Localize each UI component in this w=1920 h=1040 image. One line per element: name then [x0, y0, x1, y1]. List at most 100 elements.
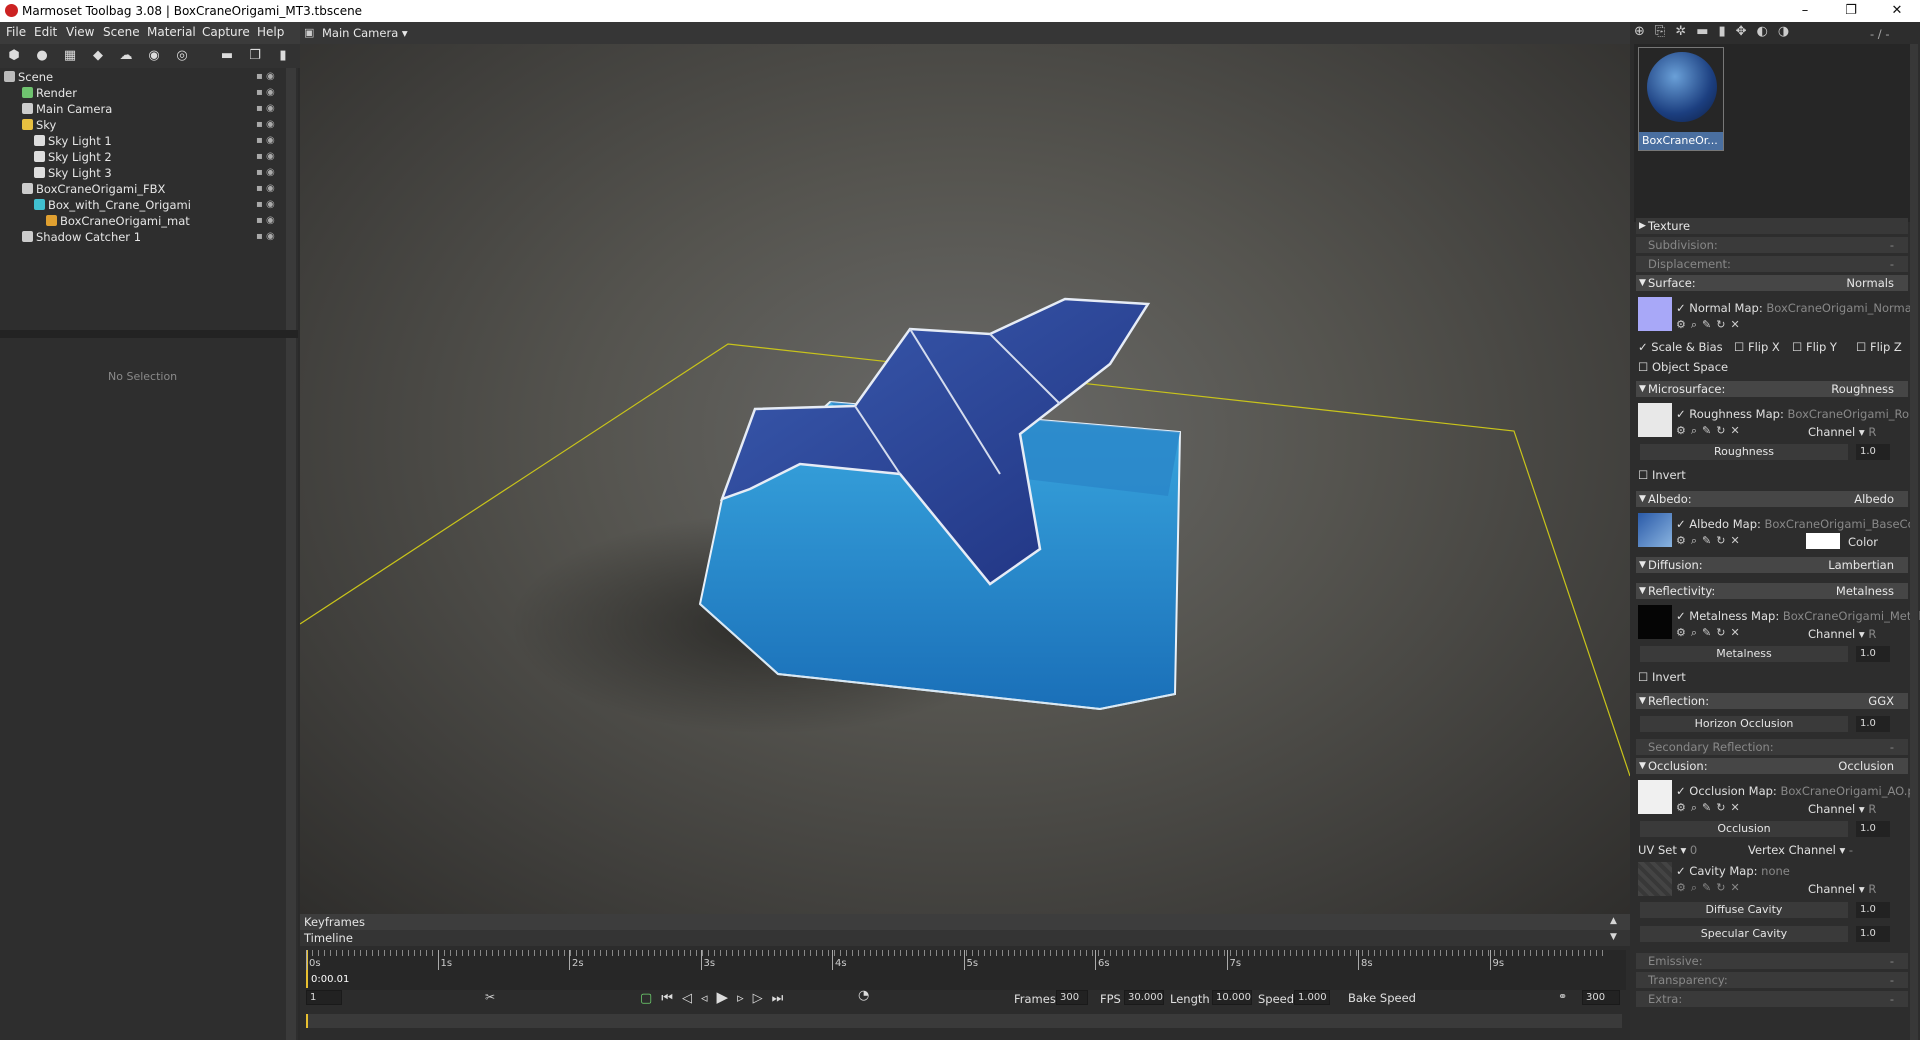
speed-field[interactable]: 1.000 — [1294, 990, 1330, 1005]
section-occlusion[interactable]: ▼ Occlusion: Occlusion — [1636, 758, 1908, 774]
expand-keyframes-icon[interactable]: ▲ — [1610, 916, 1617, 926]
normal-map-tools[interactable]: ⚙⌕✎↻✕ — [1676, 318, 1745, 332]
frames-field[interactable]: 300 — [1056, 990, 1088, 1005]
3d-viewport[interactable] — [300, 44, 1630, 914]
section-microsurface[interactable]: ▼ Microsurface: Roughness — [1636, 381, 1908, 397]
menu-file[interactable]: File — [6, 25, 26, 39]
timeline-scrollbar[interactable] — [306, 1014, 1622, 1028]
scene-tree-item[interactable]: Sky Light 2 ▪ ◉ — [4, 150, 284, 166]
metalness-channel[interactable]: Channel ▾ R — [1808, 627, 1876, 641]
time-ruler[interactable]: 0:00.01 0s 1s 2s 3s 4s 5s 6s 7s 8s 9s — [306, 950, 1626, 990]
occlusion-map-thumb[interactable] — [1638, 780, 1672, 814]
add-sky-icon[interactable]: ◉ — [145, 47, 163, 65]
material-scrollbar[interactable] — [1910, 218, 1918, 1040]
section-subdivision[interactable]: Subdivision: - — [1636, 237, 1908, 253]
material-assign-icon[interactable]: ✥ — [1736, 24, 1757, 39]
scale-bias-checkbox[interactable]: ✓ Scale & Bias — [1638, 340, 1723, 354]
fps-field[interactable]: 30.000 — [1124, 990, 1164, 1005]
section-surface[interactable]: ▼ Surface: Normals — [1636, 275, 1908, 291]
flipy-checkbox[interactable]: ☐ Flip Y — [1792, 340, 1837, 354]
section-secondary-reflection[interactable]: Secondary Reflection: - — [1636, 739, 1908, 755]
trash-icon[interactable]: ▮ — [274, 47, 292, 65]
scissors-icon[interactable]: ✂ — [485, 990, 495, 1004]
diffuse-cavity-slider[interactable]: Diffuse Cavity — [1640, 902, 1848, 918]
material-folder-icon[interactable]: ▬ — [1696, 24, 1718, 39]
speed-gauge-icon[interactable]: ◔ — [858, 988, 869, 1003]
section-displacement[interactable]: Displacement: - — [1636, 256, 1908, 272]
roughness-map-tools[interactable]: ⚙⌕✎↻✕ — [1676, 424, 1745, 438]
close-window-button[interactable]: ✕ — [1874, 0, 1920, 22]
material-pick-icon[interactable]: ◐ — [1757, 24, 1778, 39]
collapse-timeline-icon[interactable]: ▼ — [1610, 932, 1617, 942]
flipx-checkbox[interactable]: ☐ Flip X — [1734, 340, 1780, 354]
material-swatch[interactable]: BoxCraneOr... — [1638, 47, 1724, 151]
flipz-checkbox[interactable]: ☐ Flip Z — [1856, 340, 1902, 354]
horizon-occlusion-slider[interactable]: Horizon Occlusion — [1640, 716, 1848, 732]
scene-tree-item[interactable]: Render ▪ ◉ — [4, 86, 284, 102]
menu-capture[interactable]: Capture — [202, 25, 250, 39]
metalness-slider[interactable]: Metalness — [1640, 646, 1848, 662]
roughness-slider[interactable]: Roughness — [1640, 444, 1848, 460]
add-material-icon[interactable]: ⊕ — [1634, 24, 1655, 39]
scene-tree-item[interactable]: Sky Light 1 ▪ ◉ — [4, 134, 284, 150]
play-icon[interactable]: ▶ — [717, 988, 738, 1006]
library-scrollbar[interactable] — [1910, 44, 1918, 222]
object-space-checkbox[interactable]: ☐ Object Space — [1638, 360, 1728, 374]
uv-set-select[interactable]: UV Set ▾ 0 — [1638, 843, 1697, 857]
vertex-channel-select[interactable]: Vertex Channel ▾ - — [1748, 843, 1853, 857]
metalness-map-thumb[interactable] — [1638, 605, 1672, 639]
roughness-value[interactable]: 1.0 — [1856, 444, 1890, 460]
specular-cavity-value[interactable]: 1.0 — [1856, 926, 1890, 942]
occlusion-slider[interactable]: Occlusion — [1640, 821, 1848, 837]
cavity-map-tools[interactable]: ⚙⌕✎↻✕ — [1676, 881, 1745, 895]
scene-tree-scrollbar[interactable] — [286, 68, 296, 330]
albedo-map-label[interactable]: ✓ Albedo Map: BoxCraneOrigami_BaseCol — [1676, 517, 1918, 531]
section-albedo[interactable]: ▼ Albedo: Albedo — [1636, 491, 1908, 507]
metalness-map-tools[interactable]: ⚙⌕✎↻✕ — [1676, 626, 1745, 640]
current-frame-field[interactable]: 1 — [306, 990, 342, 1005]
camera-select[interactable]: Main Camera ▾ — [322, 26, 408, 40]
material-edit-icon[interactable]: ◑ — [1778, 24, 1799, 39]
menu-edit[interactable]: Edit — [34, 25, 57, 39]
material-grid-icon[interactable]: ✲ — [1675, 24, 1696, 39]
menu-material[interactable]: Material — [147, 25, 196, 39]
roughness-invert-checkbox[interactable]: ☐ Invert — [1638, 468, 1686, 482]
menu-help[interactable]: Help — [257, 25, 284, 39]
add-light-icon[interactable]: ● — [33, 47, 51, 65]
length-field[interactable]: 10.000 — [1212, 990, 1252, 1005]
link-icon[interactable]: ⚭ — [1558, 990, 1567, 1003]
material-delete-icon[interactable]: ▮ — [1719, 24, 1736, 39]
metalness-invert-checkbox[interactable]: ☐ Invert — [1638, 670, 1686, 684]
scene-tree-item[interactable]: Main Camera ▪ ◉ — [4, 102, 284, 118]
step-forward-icon[interactable]: ▹ — [737, 991, 753, 1006]
add-turntable-icon[interactable]: ◎ — [173, 47, 191, 65]
cavity-map-label[interactable]: ✓ Cavity Map: none — [1676, 864, 1790, 878]
add-shadow-icon[interactable]: ◆ — [89, 47, 107, 65]
scene-tree-item[interactable]: BoxCraneOrigami_FBX ▪ ◉ — [4, 182, 284, 198]
occlusion-value[interactable]: 1.0 — [1856, 821, 1890, 837]
scene-tree-item[interactable]: BoxCraneOrigami_mat ▪ ◉ — [4, 214, 284, 230]
metalness-value[interactable]: 1.0 — [1856, 646, 1890, 662]
first-frame-icon[interactable]: ⏮ — [661, 991, 682, 1006]
add-object-icon[interactable]: ⬢ — [5, 47, 23, 65]
panel-splitter[interactable] — [0, 330, 298, 338]
section-emissive[interactable]: Emissive: - — [1636, 953, 1908, 969]
albedo-map-thumb[interactable] — [1638, 513, 1672, 547]
section-transparency[interactable]: Transparency: - — [1636, 972, 1908, 988]
scene-tree-item[interactable]: Sky ▪ ◉ — [4, 118, 284, 134]
step-back-icon[interactable]: ◃ — [701, 991, 717, 1006]
albedo-map-tools[interactable]: ⚙⌕✎↻✕ — [1676, 534, 1745, 548]
roughness-channel[interactable]: Channel ▾ R — [1808, 425, 1876, 439]
albedo-color-swatch[interactable] — [1806, 533, 1840, 549]
section-texture[interactable]: ▶ Texture — [1636, 218, 1908, 234]
add-fog-icon[interactable]: ☁ — [117, 47, 135, 65]
timeline-bar[interactable]: Timeline — [300, 930, 1630, 946]
section-extra[interactable]: Extra: - — [1636, 991, 1908, 1007]
add-camera-icon[interactable]: ▦ — [61, 47, 79, 65]
section-diffusion[interactable]: ▼ Diffusion: Lambertian — [1636, 557, 1908, 573]
occlusion-map-label[interactable]: ✓ Occlusion Map: BoxCraneOrigami_AO.p — [1676, 784, 1915, 798]
duplicate-material-icon[interactable]: ⎘ — [1655, 24, 1675, 39]
horizon-occlusion-value[interactable]: 1.0 — [1856, 716, 1890, 732]
scene-tree-item[interactable]: Scene ▪ ◉ — [4, 70, 284, 86]
keyframes-bar[interactable]: Keyframes — [300, 914, 1630, 930]
